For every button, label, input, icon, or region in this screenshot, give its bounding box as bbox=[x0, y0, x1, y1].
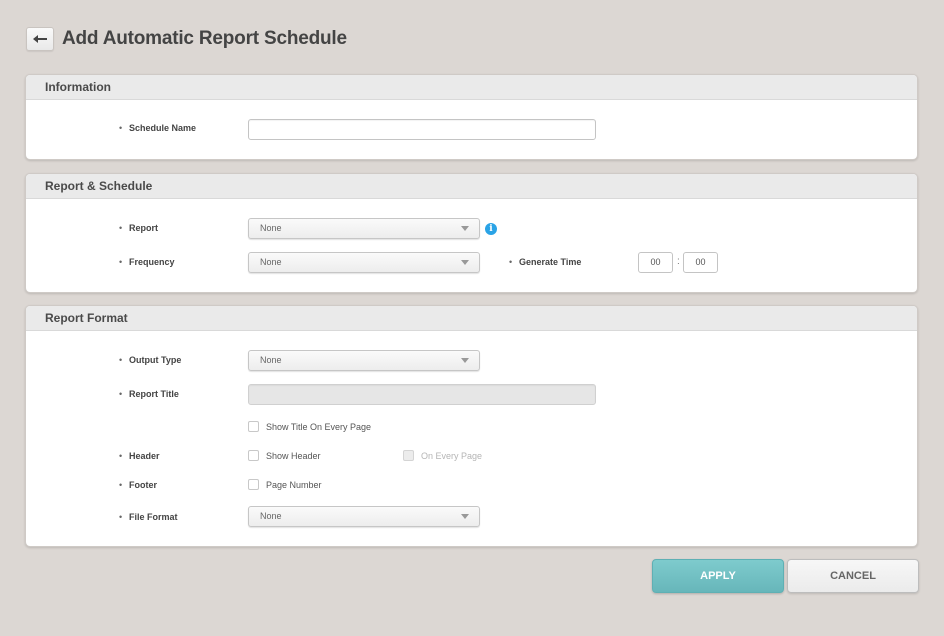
show-title-every-page-checkbox[interactable] bbox=[248, 421, 259, 432]
header-label: Header bbox=[119, 451, 160, 461]
output-type-select[interactable]: None bbox=[248, 350, 480, 371]
report-schedule-panel: Report & Schedule Report None i Frequenc… bbox=[25, 173, 918, 293]
chevron-down-icon bbox=[461, 358, 469, 363]
page-header: Add Automatic Report Schedule bbox=[26, 26, 347, 52]
file-format-label: File Format bbox=[119, 512, 178, 522]
time-separator: : bbox=[677, 256, 680, 267]
apply-button[interactable]: APPLY bbox=[652, 559, 784, 593]
file-format-select[interactable]: None bbox=[248, 506, 480, 527]
report-format-panel: Report Format Output Type None Report Ti… bbox=[25, 305, 918, 547]
schedule-name-label: Schedule Name bbox=[119, 123, 196, 133]
report-format-panel-title: Report Format bbox=[26, 306, 917, 331]
report-label: Report bbox=[119, 223, 158, 233]
frequency-label: Frequency bbox=[119, 257, 175, 267]
chevron-down-icon bbox=[461, 260, 469, 265]
footer-label: Footer bbox=[119, 480, 157, 490]
schedule-name-input[interactable] bbox=[248, 119, 596, 140]
frequency-select[interactable]: None bbox=[248, 252, 480, 273]
report-schedule-panel-title: Report & Schedule bbox=[26, 174, 917, 199]
page-number-label: Page Number bbox=[266, 480, 322, 490]
report-select[interactable]: None bbox=[248, 218, 480, 239]
file-format-select-value: None bbox=[260, 511, 282, 521]
arrow-left-icon bbox=[33, 35, 47, 43]
cancel-button[interactable]: CANCEL bbox=[787, 559, 919, 593]
show-header-checkbox[interactable] bbox=[248, 450, 259, 461]
chevron-down-icon bbox=[461, 514, 469, 519]
report-select-value: None bbox=[260, 223, 282, 233]
on-every-page-label: On Every Page bbox=[421, 451, 483, 461]
back-button[interactable] bbox=[26, 27, 54, 51]
generate-time-hour-input[interactable]: 00 bbox=[638, 252, 673, 273]
report-title-label: Report Title bbox=[119, 389, 179, 399]
info-icon[interactable]: i bbox=[485, 223, 497, 235]
page-number-checkbox[interactable] bbox=[248, 479, 259, 490]
information-panel-title: Information bbox=[26, 75, 917, 100]
output-type-select-value: None bbox=[260, 355, 282, 365]
frequency-select-value: None bbox=[260, 257, 282, 267]
show-title-every-page-label: Show Title On Every Page bbox=[266, 422, 372, 432]
show-header-label: Show Header bbox=[266, 451, 321, 461]
chevron-down-icon bbox=[461, 226, 469, 231]
output-type-label: Output Type bbox=[119, 355, 181, 365]
on-every-page-checkbox[interactable] bbox=[403, 450, 414, 461]
information-panel: Information Schedule Name bbox=[25, 74, 918, 160]
generate-time-label: Generate Time bbox=[509, 257, 581, 267]
page-title: Add Automatic Report Schedule bbox=[62, 28, 347, 49]
report-title-input[interactable] bbox=[248, 384, 596, 405]
generate-time-minute-input[interactable]: 00 bbox=[683, 252, 718, 273]
